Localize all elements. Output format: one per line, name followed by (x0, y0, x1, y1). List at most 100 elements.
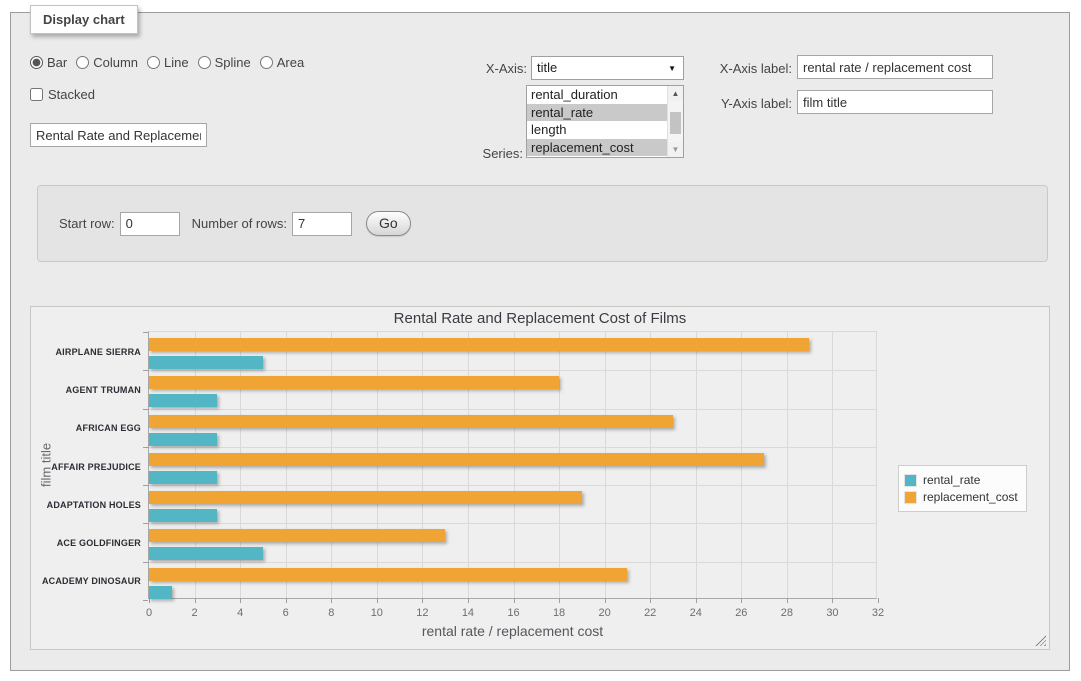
chart-type-radio-column[interactable] (76, 56, 89, 69)
x-axis-label-input[interactable] (797, 55, 993, 79)
series-option-rental_duration[interactable]: rental_duration (527, 86, 667, 104)
chart-type-radio-line[interactable] (147, 56, 160, 69)
gridline (832, 332, 833, 598)
x-axis-tick (514, 598, 515, 603)
x-tick-label: 0 (146, 607, 152, 619)
x-tick-label: 6 (283, 607, 289, 619)
scroll-down-icon[interactable]: ▼ (668, 142, 683, 157)
y-axis-tick (143, 600, 148, 601)
chart-title-input[interactable] (30, 123, 207, 147)
x-axis-title: rental rate / replacement cost (148, 623, 877, 639)
chart-type-radio-group: Bar Column Line Spline Area (30, 55, 304, 70)
bar-rental_rate-3 (149, 471, 217, 484)
y-axis-tick (143, 523, 148, 524)
chevron-down-icon: ▼ (668, 65, 676, 73)
x-axis-select-value: title (537, 60, 557, 75)
page: Display chart BarColumnLineSplineArea St… (0, 0, 1081, 681)
x-axis-tick (605, 598, 606, 603)
x-tick-label: 8 (328, 607, 334, 619)
bar-replacement_cost-4 (149, 491, 582, 504)
x-tick-label: 10 (371, 607, 383, 619)
chart-type-radio-spline[interactable] (198, 56, 211, 69)
series-option-replacement_cost[interactable]: replacement_cost (527, 139, 667, 157)
legend-swatch-icon (904, 474, 917, 487)
chart-type-radio-area[interactable] (260, 56, 273, 69)
plot-area: 02468101214161820222426283032AIRPLANE SI… (148, 331, 877, 599)
category-label: AFRICAN EGG (31, 423, 141, 433)
legend-label: rental_rate (923, 473, 980, 487)
resize-handle-icon[interactable] (1035, 635, 1046, 646)
x-tick-label: 26 (735, 607, 747, 619)
category-label: AIRPLANE SIERRA (31, 347, 141, 357)
x-tick-label: 14 (462, 607, 474, 619)
y-axis-label-input[interactable] (797, 90, 993, 114)
series-listbox-scrollbar[interactable]: ▲ ▼ (667, 86, 683, 157)
x-axis-tick (650, 598, 651, 603)
scrollbar-thumb[interactable] (670, 112, 681, 134)
y-axis-tick (143, 485, 148, 486)
bar-rental_rate-6 (149, 586, 172, 599)
series-option-rental_rate[interactable]: rental_rate (527, 104, 667, 122)
chart-type-label: Bar (47, 55, 67, 70)
chart-type-label: Line (164, 55, 189, 70)
chart-type-label: Area (277, 55, 304, 70)
chart-type-label: Spline (215, 55, 251, 70)
gridline (149, 485, 876, 486)
x-tick-label: 24 (690, 607, 702, 619)
gridline (149, 409, 876, 410)
start-row-input[interactable] (120, 212, 180, 236)
series-option-length[interactable]: length (527, 121, 667, 139)
bar-rental_rate-5 (149, 547, 263, 560)
chart-type-option-bar[interactable]: Bar (30, 55, 67, 70)
bar-replacement_cost-1 (149, 376, 559, 389)
category-label: ADAPTATION HOLES (31, 500, 141, 510)
x-axis-tick (696, 598, 697, 603)
chart-type-option-spline[interactable]: Spline (198, 55, 251, 70)
x-axis-tick (787, 598, 788, 603)
x-axis-tick (559, 598, 560, 603)
bar-rental_rate-1 (149, 394, 217, 407)
chart-type-radio-bar[interactable] (30, 56, 43, 69)
go-button[interactable]: Go (366, 211, 411, 236)
chart-type-option-area[interactable]: Area (260, 55, 304, 70)
category-label: AFFAIR PREJUDICE (31, 462, 141, 472)
x-tick-label: 18 (553, 607, 565, 619)
series-listbox[interactable]: rental_durationrental_ratelengthreplacem… (526, 85, 684, 158)
x-axis-tick (149, 598, 150, 603)
bar-rental_rate-0 (149, 356, 263, 369)
x-axis-tick (422, 598, 423, 603)
scroll-up-icon[interactable]: ▲ (668, 86, 683, 101)
legend-item-rental_rate[interactable]: rental_rate (904, 473, 1018, 487)
x-axis-tick (240, 598, 241, 603)
x-axis-tick (832, 598, 833, 603)
legend-item-replacement_cost[interactable]: replacement_cost (904, 490, 1018, 504)
x-tick-label: 30 (826, 607, 838, 619)
series-options: rental_durationrental_ratelengthreplacem… (527, 86, 667, 157)
y-axis-tick (143, 447, 148, 448)
x-axis-select[interactable]: title ▼ (531, 56, 684, 80)
x-tick-label: 12 (416, 607, 428, 619)
y-axis-tick (143, 332, 148, 333)
stacked-label: Stacked (48, 87, 95, 102)
x-axis-label-label: X-Axis label: (690, 61, 792, 76)
y-axis-tick (143, 409, 148, 410)
stacked-checkbox[interactable] (30, 88, 43, 101)
x-axis-tick (468, 598, 469, 603)
x-tick-label: 16 (507, 607, 519, 619)
chart: Rental Rate and Replacement Cost of Film… (30, 306, 1050, 650)
category-label: ACADEMY DINOSAUR (31, 576, 141, 586)
start-row-label: Start row: (59, 216, 115, 231)
number-of-rows-input[interactable] (292, 212, 352, 236)
y-axis-label-label: Y-Axis label: (690, 96, 792, 111)
x-tick-label: 28 (781, 607, 793, 619)
x-axis-tick (331, 598, 332, 603)
gridline (149, 447, 876, 448)
legend-label: replacement_cost (923, 490, 1018, 504)
row-controls-panel: Start row: Number of rows: Go (37, 185, 1048, 262)
bar-replacement_cost-5 (149, 529, 445, 542)
chart-type-option-line[interactable]: Line (147, 55, 189, 70)
category-label: ACE GOLDFINGER (31, 538, 141, 548)
chart-type-option-column[interactable]: Column (76, 55, 138, 70)
stacked-checkbox-row[interactable]: Stacked (30, 87, 95, 102)
gridline (149, 523, 876, 524)
